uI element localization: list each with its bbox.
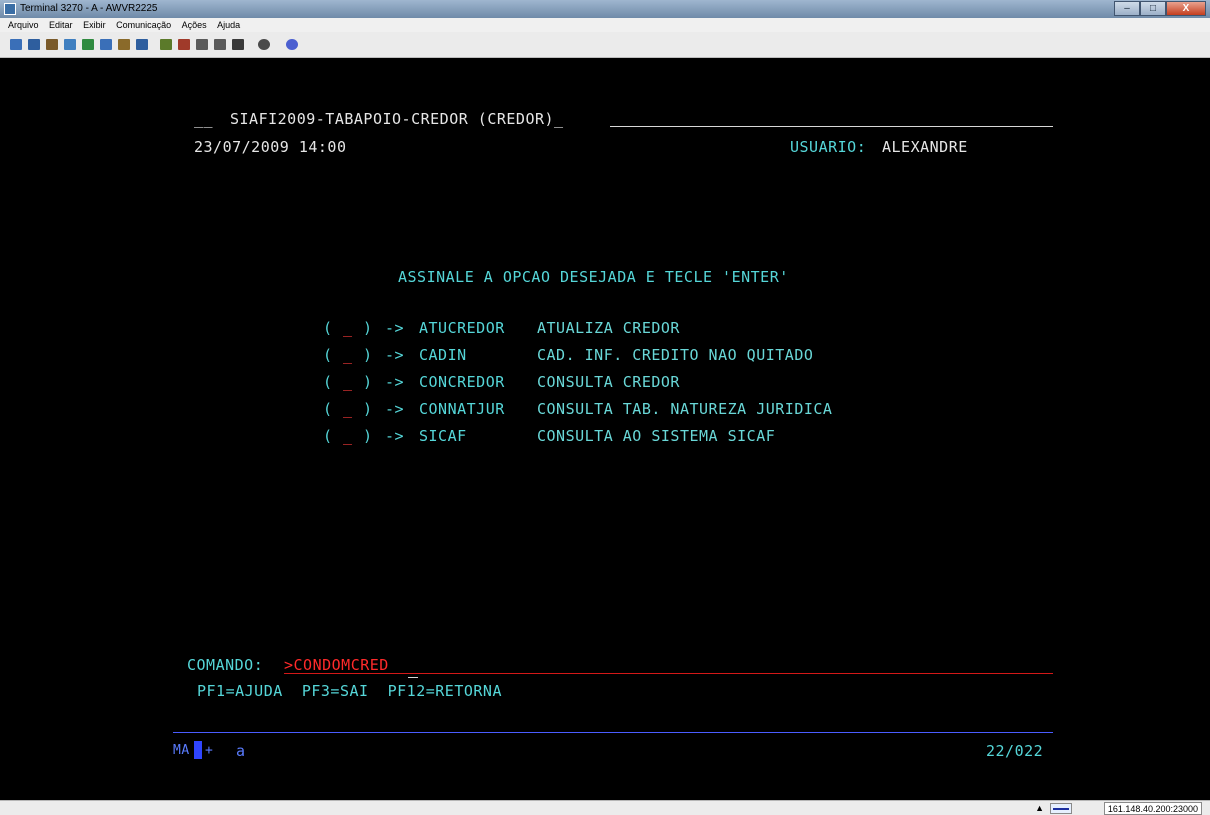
option-close-paren: ) xyxy=(363,400,373,418)
option-open-paren: ( xyxy=(323,400,333,418)
oia-letter: a xyxy=(236,742,246,760)
option-close-paren: ) xyxy=(363,373,373,391)
header-prefix: __ xyxy=(194,110,214,128)
receive-file-icon[interactable] xyxy=(178,39,190,50)
option-select-field[interactable]: _ xyxy=(343,373,353,391)
oia-separator xyxy=(173,732,1053,733)
option-arrow: -> xyxy=(385,319,405,337)
oia-mode: MA xyxy=(173,743,190,758)
terminal-app-icon xyxy=(4,3,16,15)
instruction-text: ASSINALE A OPCAO DESEJADA E TECLE 'ENTER… xyxy=(398,268,789,286)
option-arrow: -> xyxy=(385,400,405,418)
screen-title: SIAFI2009-TABAPOIO-CREDOR (CREDOR)_ xyxy=(230,110,564,128)
transfer-icon[interactable] xyxy=(196,39,208,50)
option-code: SICAF xyxy=(419,427,467,445)
maximize-button[interactable]: □ xyxy=(1140,1,1166,16)
option-arrow: -> xyxy=(385,427,405,445)
session-icon[interactable] xyxy=(100,39,112,50)
toolbar xyxy=(0,32,1210,58)
copy-icon[interactable] xyxy=(64,39,76,50)
user-name: ALEXANDRE xyxy=(882,138,968,156)
macro-icon[interactable] xyxy=(118,39,130,50)
menu-acoes[interactable]: Ações xyxy=(182,20,207,30)
menu-editar[interactable]: Editar xyxy=(49,20,73,30)
option-select-field[interactable]: _ xyxy=(343,400,353,418)
option-open-paren: ( xyxy=(323,427,333,445)
option-select-field[interactable]: _ xyxy=(343,319,353,337)
status-arrow-icon[interactable]: ▲ xyxy=(1035,801,1044,815)
option-open-paren: ( xyxy=(323,346,333,364)
option-code: CADIN xyxy=(419,346,467,364)
record-icon[interactable] xyxy=(214,39,226,50)
window-controls: – □ X xyxy=(1114,1,1206,16)
minimize-button[interactable]: – xyxy=(1114,1,1140,16)
settings-icon[interactable] xyxy=(258,39,270,50)
option-desc: CAD. INF. CREDITO NAO QUITADO xyxy=(537,346,814,364)
paste-link-icon[interactable] xyxy=(82,39,94,50)
option-close-paren: ) xyxy=(363,427,373,445)
status-bar: ▲ 161.148.40.200:23000 xyxy=(0,800,1210,815)
close-button[interactable]: X xyxy=(1166,1,1206,16)
screen-datetime: 23/07/2009 14:00 xyxy=(194,138,347,156)
display-icon[interactable] xyxy=(232,39,244,50)
menu-exibir[interactable]: Exibir xyxy=(83,20,106,30)
option-code: ATUCREDOR xyxy=(419,319,505,337)
option-code: CONCREDOR xyxy=(419,373,505,391)
copy-screen-icon[interactable] xyxy=(28,39,40,50)
menu-comunicacao[interactable]: Comunicação xyxy=(116,20,171,30)
send-file-icon[interactable] xyxy=(160,39,172,50)
command-underline xyxy=(284,673,1053,674)
menu-arquivo[interactable]: Arquivo xyxy=(8,20,39,30)
option-close-paren: ) xyxy=(363,346,373,364)
menu-ajuda[interactable]: Ajuda xyxy=(217,20,240,30)
option-desc: ATUALIZA CREDOR xyxy=(537,319,680,337)
menu-bar: Arquivo Editar Exibir Comunicação Ações … xyxy=(0,18,1210,32)
command-input[interactable]: >CONDOMCRED xyxy=(284,656,389,674)
header-rule xyxy=(610,126,1053,127)
print-screen-icon[interactable] xyxy=(10,39,22,50)
option-code: CONNATJUR xyxy=(419,400,505,418)
window-title: Terminal 3270 - A - AWVR2225 xyxy=(20,3,158,14)
option-select-field[interactable]: _ xyxy=(343,427,353,445)
option-arrow: -> xyxy=(385,346,405,364)
option-select-field[interactable]: _ xyxy=(343,346,353,364)
option-close-paren: ) xyxy=(363,319,373,337)
oia-plus: + xyxy=(205,743,214,758)
network-icon xyxy=(1050,803,1072,814)
option-desc: CONSULTA CREDOR xyxy=(537,373,680,391)
window-titlebar: Terminal 3270 - A - AWVR2225 – □ X xyxy=(0,0,1210,18)
option-arrow: -> xyxy=(385,373,405,391)
help-icon[interactable] xyxy=(286,39,298,50)
user-label: USUARIO: xyxy=(790,138,867,156)
oia-keyboard-indicator xyxy=(194,741,202,759)
cursor-position: 22/022 xyxy=(986,742,1044,760)
terminal-screen[interactable]: __ SIAFI2009-TABAPOIO-CREDOR (CREDOR)_ 2… xyxy=(8,58,1202,800)
option-open-paren: ( xyxy=(323,373,333,391)
host-address: 161.148.40.200:23000 xyxy=(1103,802,1202,815)
option-open-paren: ( xyxy=(323,319,333,337)
function-keys: PF1=AJUDA PF3=SAI PF12=RETORNA xyxy=(197,682,502,700)
option-desc: CONSULTA TAB. NATUREZA JURIDICA xyxy=(537,400,833,418)
keyboard-icon[interactable] xyxy=(136,39,148,50)
command-label: COMANDO: xyxy=(187,656,264,674)
paste-icon[interactable] xyxy=(46,39,58,50)
text-cursor xyxy=(408,677,418,678)
option-desc: CONSULTA AO SISTEMA SICAF xyxy=(537,427,776,445)
